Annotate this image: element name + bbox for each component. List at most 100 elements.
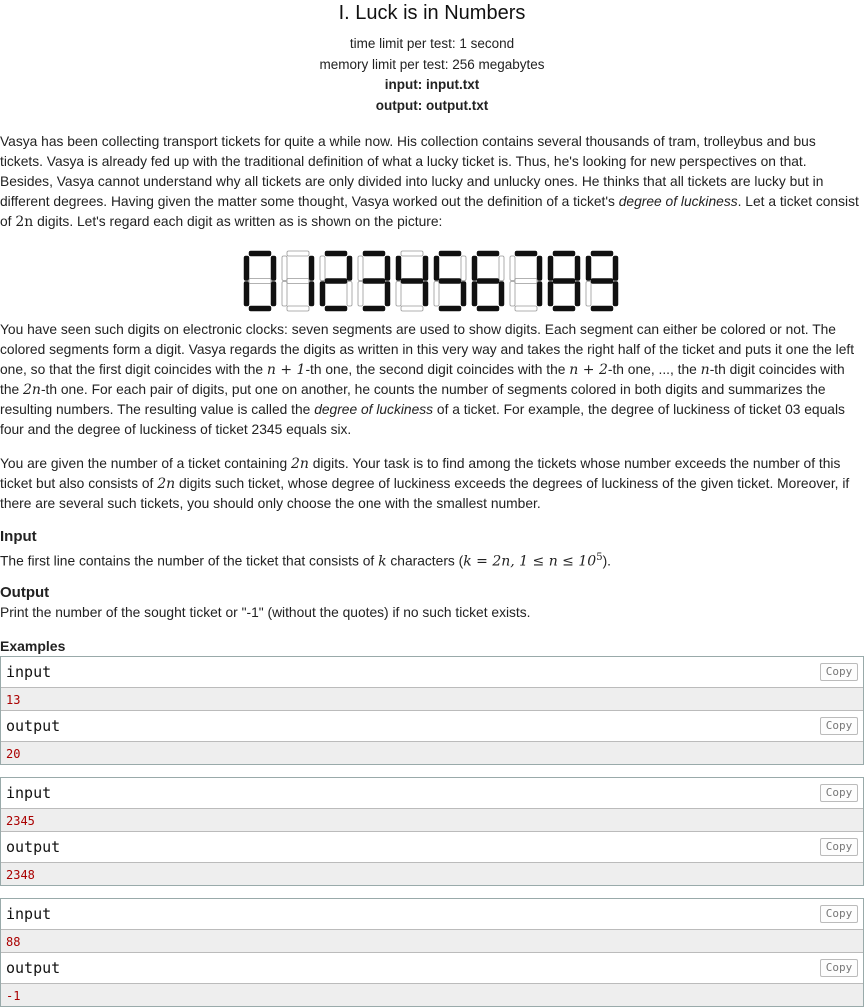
output-file: output: output.txt [375, 98, 489, 113]
statement-paragraph-2: You have seen such digits on electronic … [0, 322, 855, 437]
segment-c [536, 281, 543, 307]
example-input-header: input Copy [1, 778, 863, 809]
copy-button[interactable]: Copy [820, 959, 858, 977]
example-input-label: input [6, 784, 52, 802]
segment-a [324, 250, 348, 257]
segment-b [536, 255, 543, 281]
segment-f [243, 255, 250, 281]
copy-button[interactable]: Copy [820, 784, 858, 802]
segment-b [422, 255, 429, 281]
digit-0 [243, 250, 277, 312]
segment-e [395, 281, 402, 307]
example-input-header: input Copy [1, 657, 863, 688]
segment-f [395, 255, 402, 281]
segment-d [286, 305, 310, 312]
segment-d [362, 305, 386, 312]
segment-e [281, 281, 288, 307]
segment-b [574, 255, 581, 281]
segment-g [324, 278, 348, 284]
segment-e [357, 281, 364, 307]
segment-a [438, 250, 462, 257]
digit-1 [281, 250, 315, 312]
segment-g [400, 278, 424, 284]
copy-button[interactable]: Copy [820, 717, 858, 735]
example-input-label: input [6, 905, 52, 923]
example-output-label: output [6, 959, 61, 977]
segment-f [471, 255, 478, 281]
digit-9 [585, 250, 619, 312]
segment-c [422, 281, 429, 307]
segment-e [319, 281, 326, 307]
segment-b [498, 255, 505, 281]
segment-d [514, 305, 538, 312]
example-input-label: input [6, 663, 52, 681]
segment-f [585, 255, 592, 281]
segment-b [460, 255, 467, 281]
segment-e [547, 281, 554, 307]
segment-g [438, 278, 462, 284]
segment-a [552, 250, 576, 257]
segment-c [270, 281, 277, 307]
segment-e [509, 281, 516, 307]
copy-button[interactable]: Copy [820, 905, 858, 923]
example-input-value: 88 [1, 930, 863, 953]
segment-b [384, 255, 391, 281]
example-output-header: output Copy [1, 832, 863, 863]
example-2: input Copy 2345 output Copy 2348 [0, 777, 864, 886]
digit-3 [357, 250, 391, 312]
input-description: The first line contains the number of th… [0, 552, 611, 570]
example-output-value: 2348 [1, 863, 863, 885]
seven-segment-digits-image [243, 250, 619, 312]
digit-6 [471, 250, 505, 312]
segment-b [308, 255, 315, 281]
segment-c [460, 281, 467, 307]
segment-g [590, 278, 614, 284]
segment-a [514, 250, 538, 257]
segment-a [286, 250, 310, 257]
segment-d [400, 305, 424, 312]
segment-e [243, 281, 250, 307]
segment-g [362, 278, 386, 284]
digit-7 [509, 250, 543, 312]
segment-c [308, 281, 315, 307]
segment-f [357, 255, 364, 281]
digit-4 [395, 250, 429, 312]
input-file: input: input.txt [384, 77, 480, 92]
example-1: input Copy 13 output Copy 20 [0, 656, 864, 765]
output-header: Output [0, 584, 50, 601]
segment-g [286, 278, 310, 284]
segment-b [270, 255, 277, 281]
segment-f [433, 255, 440, 281]
term-degree-of-luckiness: degree of luckiness [618, 194, 738, 209]
example-input-value: 2345 [1, 809, 863, 832]
segment-c [498, 281, 505, 307]
segment-a [362, 250, 386, 257]
segment-a [248, 250, 272, 257]
segment-c [574, 281, 581, 307]
statement-paragraph-3: You are given the number of a ticket con… [0, 456, 850, 511]
segment-e [433, 281, 440, 307]
segment-a [400, 250, 424, 257]
example-output-label: output [6, 838, 61, 856]
statement-paragraph-1: Vasya has been collecting transport tick… [0, 134, 859, 230]
segment-d [438, 305, 462, 312]
input-header: Input [0, 528, 37, 545]
copy-button[interactable]: Copy [820, 838, 858, 856]
segment-b [612, 255, 619, 281]
segment-d [324, 305, 348, 312]
example-output-label: output [6, 717, 61, 735]
segment-b [346, 255, 353, 281]
segment-g [248, 278, 272, 284]
segment-g [552, 278, 576, 284]
digit-2 [319, 250, 353, 312]
segment-f [319, 255, 326, 281]
digit-8 [547, 250, 581, 312]
segment-c [346, 281, 353, 307]
segment-a [476, 250, 500, 257]
segment-e [471, 281, 478, 307]
example-output-value: -1 [1, 984, 863, 1006]
segment-c [384, 281, 391, 307]
example-output-value: 20 [1, 742, 863, 764]
copy-button[interactable]: Copy [820, 663, 858, 681]
segment-g [476, 278, 500, 284]
